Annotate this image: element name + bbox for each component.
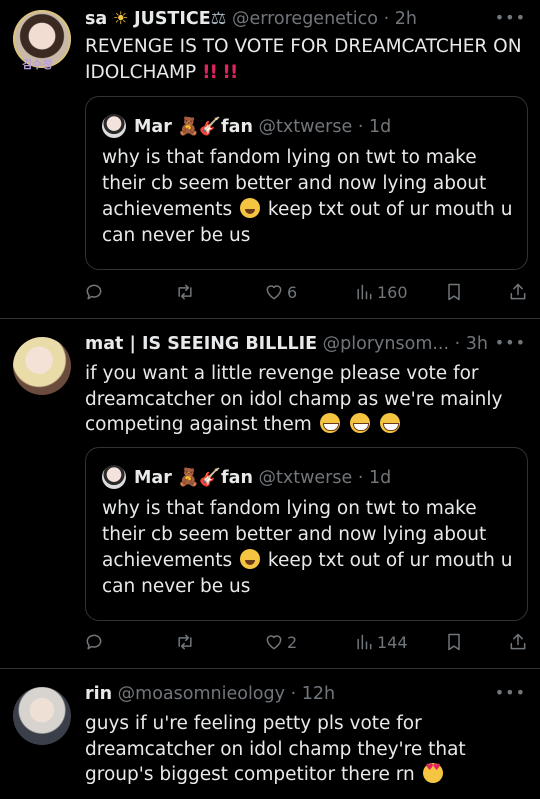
- quoted-name-suffix[interactable]: fan: [221, 117, 253, 137]
- grinning-emoji-icon: [349, 413, 370, 433]
- like-button[interactable]: 6: [264, 282, 297, 302]
- timestamp[interactable]: · 12h: [291, 684, 336, 704]
- retweet-button[interactable]: [175, 282, 195, 302]
- quoted-time[interactable]: · 1d: [358, 468, 391, 488]
- tweet-text-body: if you want a little revenge please vote…: [85, 363, 503, 435]
- reply-button[interactable]: [84, 632, 104, 652]
- sun-icon: ☀: [112, 9, 129, 29]
- quoted-time[interactable]: · 1d: [358, 117, 391, 137]
- tweet-header: rin @moasomnieology · 12h: [85, 683, 335, 705]
- share-icon: [510, 633, 526, 650]
- share-icon: [510, 283, 526, 300]
- action-bar: 6 160: [0, 282, 540, 306]
- views-button[interactable]: 144: [354, 632, 408, 652]
- quoted-text: why is that fandom lying on twt to make …: [102, 496, 514, 600]
- quoted-name[interactable]: Mar: [134, 117, 172, 137]
- scales-icon: ⚖: [210, 9, 227, 29]
- display-name[interactable]: sa: [85, 9, 107, 29]
- views-button[interactable]: 160: [354, 282, 408, 302]
- views-icon: [357, 634, 372, 650]
- quoted-name-suffix[interactable]: fan: [221, 468, 253, 488]
- tweet-header: sa ☀ JUSTICE⚖ @erroregenetico · 2h: [85, 8, 417, 30]
- quoted-name[interactable]: Mar: [134, 468, 172, 488]
- views-count: 144: [377, 632, 408, 652]
- tweet-text-body: guys if u're feeling petty pls vote for …: [85, 713, 466, 785]
- double-exclamation-icon: !! !!: [202, 61, 238, 83]
- quoted-handle[interactable]: @txtwerse: [259, 468, 353, 488]
- retweet-icon: [178, 284, 192, 300]
- timestamp[interactable]: · 3h: [455, 334, 488, 354]
- avatar-tag: 김수정: [22, 58, 53, 71]
- like-count: 2: [287, 632, 298, 652]
- grinning-emoji-icon: [379, 413, 400, 433]
- avatar[interactable]: [13, 687, 71, 745]
- quoted-header: Mar 🧸🎸fan @txtwerse · 1d: [102, 465, 391, 489]
- guitar-icon: 🎸: [199, 468, 222, 488]
- tweet[interactable]: 김수정 sa ☀ JUSTICE⚖ @erroregenetico · 2h •…: [0, 0, 540, 318]
- quoted-avatar[interactable]: [102, 465, 126, 489]
- display-name-suffix[interactable]: JUSTICE: [134, 9, 211, 29]
- bookmark-button[interactable]: [444, 632, 464, 652]
- quoted-header: Mar 🧸🎸fan @txtwerse · 1d: [102, 114, 391, 138]
- more-icon[interactable]: •••: [495, 333, 526, 352]
- quoted-handle[interactable]: @txtwerse: [259, 117, 353, 137]
- views-count: 160: [377, 282, 408, 302]
- action-bar: 2 144: [0, 632, 540, 656]
- handle[interactable]: @erroregenetico: [232, 9, 378, 29]
- avatar[interactable]: [13, 337, 71, 395]
- reply-icon: [86, 284, 102, 300]
- bear-icon: 🧸: [177, 117, 200, 137]
- more-icon[interactable]: •••: [495, 683, 526, 702]
- reply-icon: [86, 634, 102, 650]
- bookmark-icon: [448, 283, 460, 301]
- tweet-text: REVENGE IS TO VOTE FOR DREAMCATCHER ON I…: [85, 34, 525, 85]
- reply-button[interactable]: [84, 282, 104, 302]
- heart-eyes-emoji-icon: [422, 763, 443, 783]
- display-name[interactable]: mat | IS SEEING BILLLIE: [85, 334, 317, 354]
- grinning-emoji-icon: [319, 413, 340, 433]
- bookmark-icon: [448, 633, 460, 651]
- share-button[interactable]: [508, 632, 528, 652]
- guitar-icon: 🎸: [199, 117, 222, 137]
- bear-icon: 🧸: [177, 468, 200, 488]
- bookmark-button[interactable]: [444, 282, 464, 302]
- like-icon: [266, 285, 282, 300]
- retweet-icon: [178, 634, 192, 650]
- crying-emoji-icon: [240, 549, 260, 569]
- share-button[interactable]: [508, 282, 528, 302]
- tweet-header: mat | IS SEEING BILLLIE @plorynsom... · …: [85, 333, 488, 355]
- like-count: 6: [287, 282, 298, 302]
- like-icon: [266, 635, 282, 650]
- tweet-text: if you want a little revenge please vote…: [85, 361, 525, 438]
- quoted-tweet[interactable]: Mar 🧸🎸fan @txtwerse · 1d why is that fan…: [85, 96, 528, 270]
- retweet-button[interactable]: [175, 632, 195, 652]
- crying-emoji-icon: [240, 198, 260, 218]
- quoted-avatar[interactable]: [102, 114, 126, 138]
- tweet-text: guys if u're feeling petty pls vote for …: [85, 711, 525, 788]
- tweet[interactable]: rin @moasomnieology · 12h ••• guys if u'…: [0, 669, 540, 799]
- display-name[interactable]: rin: [85, 684, 112, 704]
- timestamp[interactable]: · 2h: [384, 9, 417, 29]
- tweet[interactable]: mat | IS SEEING BILLLIE @plorynsom... · …: [0, 319, 540, 668]
- like-button[interactable]: 2: [264, 632, 297, 652]
- more-icon[interactable]: •••: [495, 8, 526, 27]
- quoted-text: why is that fandom lying on twt to make …: [102, 145, 514, 249]
- handle[interactable]: @moasomnieology: [118, 684, 285, 704]
- views-icon: [357, 284, 372, 300]
- quoted-tweet[interactable]: Mar 🧸🎸fan @txtwerse · 1d why is that fan…: [85, 447, 528, 621]
- tweet-text-body: REVENGE IS TO VOTE FOR DREAMCATCHER ON I…: [85, 36, 522, 83]
- handle[interactable]: @plorynsom...: [323, 334, 449, 354]
